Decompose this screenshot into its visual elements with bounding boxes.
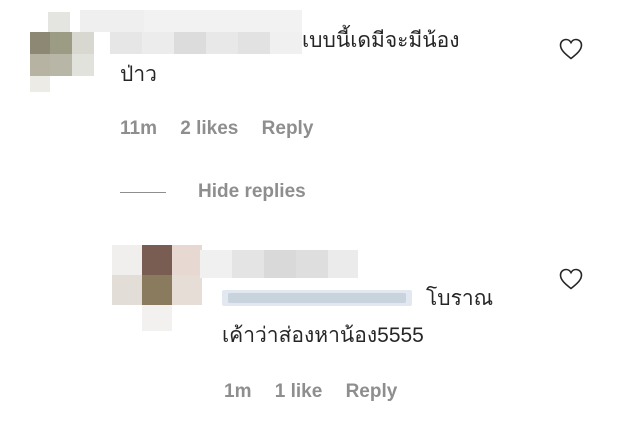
reply-like-button[interactable] bbox=[559, 268, 583, 290]
username-blurred[interactable] bbox=[80, 10, 302, 56]
reply-username-blurred[interactable] bbox=[200, 250, 360, 278]
reply-text-line1: โบราณ bbox=[426, 287, 494, 310]
mention-blurred[interactable] bbox=[222, 287, 412, 309]
reply-avatar[interactable] bbox=[112, 245, 202, 335]
reply-reply-button[interactable]: Reply bbox=[346, 381, 398, 402]
reply-time: 1m bbox=[224, 381, 252, 402]
hide-replies-label[interactable]: Hide replies bbox=[198, 181, 306, 203]
like-button[interactable] bbox=[559, 38, 583, 60]
reply-meta: 1m 1 like Reply bbox=[224, 381, 415, 403]
comment-reply-button[interactable]: Reply bbox=[262, 118, 314, 139]
comment-text-line1: เบบนี้เดมีจะมีน้อง bbox=[302, 29, 460, 52]
comment-meta: 11m 2 likes Reply bbox=[120, 118, 331, 140]
divider-line bbox=[120, 192, 166, 193]
comment-likes[interactable]: 2 likes bbox=[180, 118, 238, 139]
heart-icon bbox=[559, 268, 583, 290]
comment-text-line2: ป่าว bbox=[120, 63, 157, 86]
heart-icon bbox=[559, 38, 583, 60]
reply-text-line2: เค้าว่าส่องหาน้อง5555 bbox=[222, 324, 424, 347]
reply-likes[interactable]: 1 like bbox=[275, 381, 323, 402]
comment-time: 11m bbox=[120, 118, 157, 139]
